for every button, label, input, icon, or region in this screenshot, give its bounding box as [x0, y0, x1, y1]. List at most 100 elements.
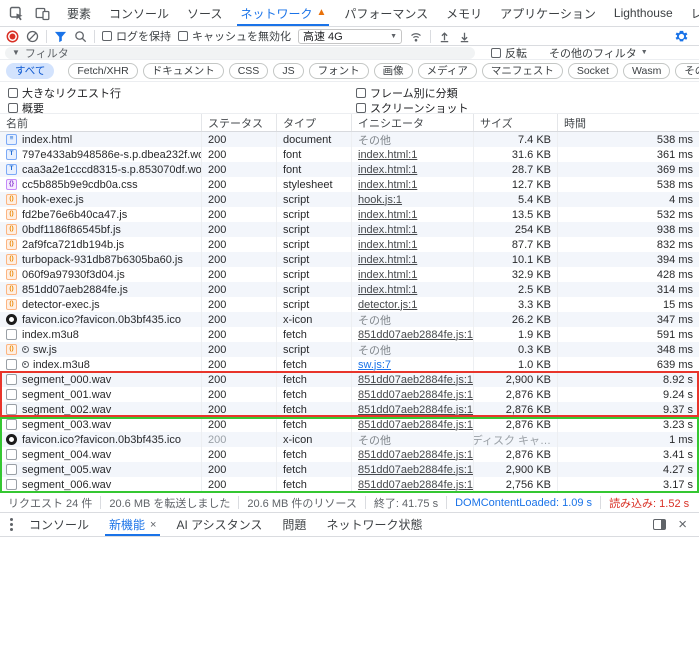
filter-chip[interactable]: すべて	[6, 62, 55, 79]
table-row[interactable]: () 0bdf1186f86545bf.js 200 script index.html…	[0, 222, 699, 237]
column-header[interactable]: 時間	[558, 114, 699, 131]
clear-network-log-icon[interactable]	[26, 30, 39, 43]
drawer-tab[interactable]: 問題	[272, 513, 316, 536]
drawer-menu-kebab-icon[interactable]	[8, 516, 15, 533]
network-settings-gear-icon[interactable]	[674, 29, 693, 44]
filter-chip[interactable]: マニフェスト	[481, 62, 563, 79]
panel-tab[interactable]: アプリケーション	[491, 0, 605, 26]
drawer-tab[interactable]: コンソール	[19, 513, 99, 536]
panel-tab[interactable]: メモリ	[437, 0, 491, 26]
close-tab-icon[interactable]: ×	[150, 519, 156, 531]
inspect-element-icon[interactable]	[6, 3, 26, 23]
table-row[interactable]: {} cc5b885b9e9cdb0a.css 200 stylesheet index…	[0, 177, 699, 192]
filter-chip[interactable]: Socket	[567, 62, 618, 79]
disable-cache-checkbox[interactable]: キャッシュを無効化	[178, 28, 291, 44]
network-filter-input[interactable]: ▼ フィルタ	[5, 46, 475, 60]
table-row[interactable]: Tcaa3a2e1cccd8315-s.p.853070df.woff2 200 f…	[0, 162, 699, 177]
initiator-link[interactable]: detector.js:1	[358, 299, 417, 311]
initiator-link[interactable]: 851dd07aeb2884fe.js:1	[358, 329, 473, 341]
initiator-link[interactable]: index.html:1	[358, 239, 417, 251]
panel-tab[interactable]: ソース	[178, 0, 231, 26]
more-filters-button[interactable]: その他のフィルタ ▼	[549, 45, 648, 61]
filter-chip[interactable]: その他	[675, 62, 699, 79]
preserve-log-checkbox[interactable]: ログを保持	[102, 28, 171, 44]
filter-chip[interactable]: 画像	[373, 62, 413, 79]
panel-tab[interactable]: コンソール	[100, 0, 178, 26]
initiator-link[interactable]: 851dd07aeb2884fe.js:1	[358, 464, 473, 476]
filter-chip[interactable]: JS	[273, 62, 304, 79]
column-header[interactable]: 名前	[0, 114, 202, 131]
initiator-link[interactable]: 851dd07aeb2884fe.js:1	[358, 404, 473, 416]
table-row[interactable]: ≡ index.html 200 document その他 7.4 KB 538 ms	[0, 132, 699, 147]
initiator-link[interactable]: index.html:1	[358, 179, 417, 191]
panel-tab[interactable]: Lighthouse	[605, 0, 682, 26]
initiator-link[interactable]: index.html:1	[358, 209, 417, 221]
throttling-select[interactable]: 高速 4G ▼	[298, 28, 402, 44]
column-header[interactable]: ステータス	[202, 114, 277, 131]
table-row[interactable]: T 797e433ab948586e-s.p.dbea232f.woff2 200 f…	[0, 147, 699, 162]
table-row[interactable]: segment_000.wav 200 fetch 851dd07aeb2884fe.…	[0, 372, 699, 387]
initiator-link[interactable]: 851dd07aeb2884fe.js:1	[358, 389, 473, 401]
filter-chip[interactable]: ドキュメント	[142, 62, 224, 79]
filter-chip[interactable]: メディア	[417, 62, 477, 79]
initiator-link[interactable]: index.html:1	[358, 284, 417, 296]
table-row[interactable]: segment_003.wav 200 fetch 851dd07aeb2884fe.…	[0, 417, 699, 432]
dock-panel-icon[interactable]	[653, 519, 667, 530]
panel-tab[interactable]: レコーダー	[682, 0, 699, 26]
drawer-tab[interactable]: 新機能 ×	[99, 513, 166, 536]
table-row[interactable]: segment_002.wav 200 fetch 851dd07aeb2884fe.…	[0, 402, 699, 417]
table-row[interactable]: favicon.ico?favicon.0b3bf435.ico 200 x-ico…	[0, 432, 699, 447]
checkbox-icon	[102, 31, 112, 41]
table-row[interactable]: segment_006.wav 200 fetch 851dd07aeb2884fe.…	[0, 477, 699, 492]
table-row[interactable]: index.m3u8 200 fetch 851dd07aeb2884fe.js:1 1…	[0, 327, 699, 342]
initiator-link[interactable]: 851dd07aeb2884fe.js:1	[358, 479, 473, 491]
table-row[interactable]: () hook-exec.js 200 script hook.js:1 5.4 KB 4 …	[0, 192, 699, 207]
filter-funnel-icon[interactable]	[54, 30, 67, 43]
initiator-link[interactable]: 851dd07aeb2884fe.js:1	[358, 419, 473, 431]
table-row[interactable]: segment_005.wav 200 fetch 851dd07aeb2884fe.…	[0, 462, 699, 477]
filter-chip[interactable]: CSS	[228, 62, 269, 79]
initiator-link[interactable]: index.html:1	[358, 269, 417, 281]
close-drawer-icon[interactable]: ×	[676, 517, 689, 532]
device-toolbar-icon[interactable]	[32, 3, 52, 23]
panel-tab[interactable]: パフォーマンス	[335, 0, 437, 26]
initiator-link[interactable]: index.html:1	[358, 164, 417, 176]
column-header[interactable]: サイズ	[474, 114, 558, 131]
initiator-link[interactable]: sw.js:7	[358, 359, 391, 371]
table-row[interactable]: favicon.ico?favicon.0b3bf435.ico 200 x-ico…	[0, 312, 699, 327]
invert-filter-checkbox[interactable]: 反転	[491, 45, 527, 61]
table-row[interactable]: () sw.js 200 script その他 0.3 KB 348 ms	[0, 342, 699, 357]
table-row[interactable]: () 060f9a97930f3d04.js 200 script index.html…	[0, 267, 699, 282]
table-row[interactable]: () fd2be76e6b40ca47.js 200 script index.html…	[0, 207, 699, 222]
initiator-link[interactable]: index.html:1	[358, 149, 417, 161]
record-network-log-icon[interactable]	[6, 30, 19, 43]
initiator-link[interactable]: index.html:1	[358, 254, 417, 266]
table-row[interactable]: () turbopack-931db87b6305ba60.js 200 script…	[0, 252, 699, 267]
import-har-icon[interactable]	[438, 30, 451, 43]
column-header[interactable]: イニシエータ	[352, 114, 474, 131]
initiator-link[interactable]: 851dd07aeb2884fe.js:1	[358, 449, 473, 461]
group-by-frame-checkbox[interactable]: フレーム別に分類	[356, 85, 458, 101]
drawer-tab[interactable]: ネットワーク状態	[316, 513, 432, 536]
export-har-icon[interactable]	[458, 30, 471, 43]
table-row[interactable]: () 2af9fca721db194b.js 200 script index.html…	[0, 237, 699, 252]
panel-tab[interactable]: 要素	[58, 0, 100, 26]
initiator-link[interactable]: hook.js:1	[358, 194, 402, 206]
table-row[interactable]: segment_004.wav 200 fetch 851dd07aeb2884fe.…	[0, 447, 699, 462]
drawer-tab[interactable]: AI アシスタンス	[166, 513, 272, 536]
table-row[interactable]: index.m3u8 200 fetch sw.js:7 1.0 KB 639 ms	[0, 357, 699, 372]
panel-tab[interactable]: ネットワーク ▲	[231, 0, 335, 26]
network-conditions-icon[interactable]	[409, 30, 423, 43]
initiator-link[interactable]: 851dd07aeb2884fe.js:1	[358, 374, 473, 386]
table-row[interactable]: () 851dd07aeb2884fe.js 200 script index.html…	[0, 282, 699, 297]
table-row[interactable]: segment_001.wav 200 fetch 851dd07aeb2884fe.…	[0, 387, 699, 402]
table-row[interactable]: () detector-exec.js 200 script detector.js:1…	[0, 297, 699, 312]
initiator-link[interactable]: index.html:1	[358, 224, 417, 236]
filter-chip[interactable]: フォント	[308, 62, 369, 79]
status-cell: 200	[202, 207, 277, 222]
search-icon[interactable]	[74, 30, 87, 43]
filter-chip[interactable]: Fetch/XHR	[68, 62, 138, 79]
big-request-rows-checkbox[interactable]: 大きなリクエスト行	[8, 85, 121, 101]
filter-chip[interactable]: Wasm	[622, 62, 671, 79]
column-header[interactable]: タイプ	[277, 114, 352, 131]
